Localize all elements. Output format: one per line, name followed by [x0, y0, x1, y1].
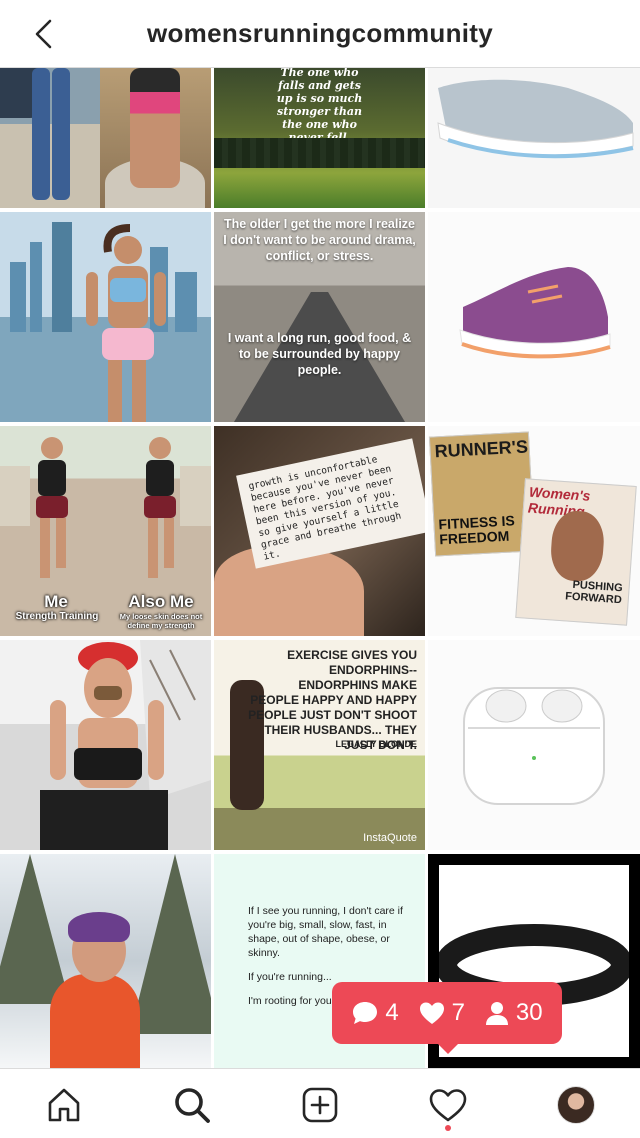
post-thumbnail[interactable]: growth is unconfortable because you've n… — [214, 426, 425, 636]
post-thumbnail[interactable] — [428, 68, 640, 208]
nav-new-post-button[interactable] — [298, 1083, 342, 1127]
likes-count-value: 7 — [451, 999, 465, 1026]
jeans-leg — [32, 68, 50, 200]
activity-notification-bubble[interactable]: 4 7 30 — [332, 982, 562, 1054]
post-thumbnail[interactable]: Me Strength Training Also Me My loose sk… — [0, 426, 211, 636]
post-thumbnail[interactable]: EXERCISE GIVES YOU ENDORPHINS-- ENDORPHI… — [214, 640, 425, 850]
activity-indicator-dot — [445, 1125, 451, 1131]
athlete-image — [86, 224, 166, 422]
followers-count-value: 30 — [515, 999, 543, 1026]
comments-count-value: 4 — [385, 999, 399, 1026]
earbuds-case-image — [463, 687, 605, 805]
meme-caption-right: Also Me — [128, 592, 194, 611]
shoe-image — [437, 79, 634, 159]
avatar — [557, 1086, 595, 1124]
magazine-cover-2: Women's Running PUSHING FORWARD — [515, 478, 637, 626]
quote-text-top: The older I get the more I realize I don… — [223, 217, 416, 263]
jeans-leg — [52, 68, 70, 200]
meme-caption-left: Me — [44, 592, 68, 611]
post-thumbnail[interactable] — [428, 640, 640, 850]
nav-activity-button[interactable] — [426, 1083, 470, 1127]
post-thumbnail[interactable] — [0, 854, 211, 1068]
followers-count: 30 — [484, 999, 543, 1027]
magazine-cover-line: FITNESS IS FREEDOM — [438, 512, 516, 548]
magazine-portrait — [549, 509, 606, 583]
paper-note-text: growth is unconfortable because you've n… — [236, 438, 425, 569]
comment-icon — [353, 1002, 378, 1024]
runner-image — [130, 68, 180, 188]
note-line: If I see you running, I don't care if yo… — [248, 905, 403, 959]
likes-count: 7 — [418, 999, 465, 1027]
snowy-tree — [130, 854, 211, 1034]
quote-text-bottom: I want a long run, good food, & to be su… — [227, 331, 412, 377]
post-thumbnail[interactable]: RUNNER'S FITNESS IS FREEDOM Women's Runn… — [428, 426, 640, 636]
heart-icon — [419, 1002, 444, 1024]
person-icon — [485, 1002, 508, 1025]
activity-heart-icon — [429, 1089, 467, 1122]
shoe-image — [459, 267, 611, 359]
building — [10, 262, 26, 332]
runner-hat — [68, 912, 130, 942]
post-thumbnail[interactable] — [0, 68, 211, 208]
quote-source: LEGALLY BLONDE — [335, 739, 417, 749]
home-icon — [48, 1088, 80, 1122]
post-thumbnail[interactable]: The older I get the more I realize I don… — [214, 212, 425, 422]
add-post-icon — [302, 1087, 338, 1123]
search-icon — [175, 1088, 210, 1123]
bottom-navigation-bar — [0, 1068, 640, 1138]
quote-text: The one who falls and gets up is so much… — [276, 68, 363, 144]
magazine-cover-1: RUNNER'S FITNESS IS FREEDOM — [428, 431, 536, 557]
magazine-title: RUNNER'S — [434, 436, 529, 462]
post-thumbnail[interactable] — [0, 640, 211, 850]
building — [52, 222, 72, 332]
treeline — [214, 138, 425, 168]
nav-search-button[interactable] — [170, 1083, 214, 1127]
eating-runner-image — [40, 640, 211, 850]
profile-username-title: womensrunningcommunity — [146, 18, 494, 48]
runner-jacket — [50, 974, 140, 1068]
building — [175, 272, 197, 332]
post-grid: The one who falls and gets up is so much… — [0, 68, 640, 1068]
nav-profile-button[interactable] — [554, 1083, 598, 1127]
building — [30, 242, 42, 332]
post-thumbnail[interactable] — [0, 212, 211, 422]
quote-text: EXERCISE GIVES YOU ENDORPHINS-- ENDORPHI… — [248, 648, 417, 752]
nav-home-button[interactable] — [42, 1083, 86, 1127]
comments-count: 4 — [351, 999, 399, 1027]
quote-brand-watermark: InstaQuote — [363, 832, 417, 844]
magazine-cover-line: PUSHING FORWARD — [564, 578, 623, 607]
top-bar: womensrunningcommunity — [0, 0, 640, 68]
meme-subcaption-right: My loose skin does not define my strengt… — [119, 612, 203, 630]
post-thumbnail[interactable]: The one who falls and gets up is so much… — [214, 68, 425, 208]
post-thumbnail[interactable] — [428, 212, 640, 422]
snowy-tree — [0, 854, 70, 1004]
meme-subcaption-left: Strength Training — [15, 611, 99, 622]
